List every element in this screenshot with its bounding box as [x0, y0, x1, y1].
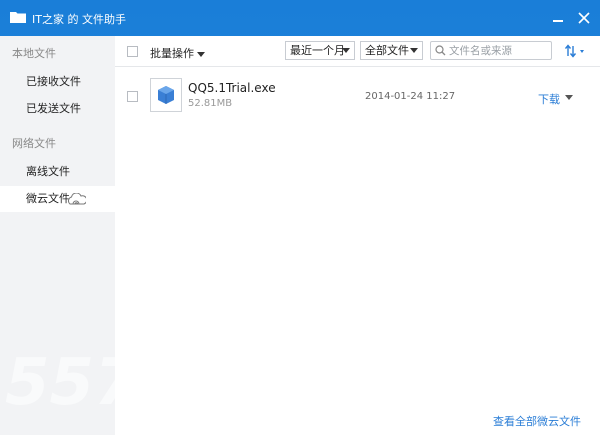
sidebar-item-received[interactable]: 已接收文件: [0, 69, 115, 95]
file-row[interactable]: QQ5.1Trial.exe 52.81MB 2014-01-24 11:27 …: [115, 76, 600, 118]
sidebar-item-weiyun[interactable]: 微云文件: [0, 186, 115, 212]
time-filter-select[interactable]: 最近一个月: [285, 41, 355, 60]
file-type-icon: [150, 78, 182, 112]
folder-icon: [10, 12, 26, 23]
weiyun-cloud-icon: [68, 193, 86, 205]
chevron-down-icon: [197, 51, 205, 57]
search-icon: [435, 45, 446, 56]
sidebar-item-sent[interactable]: 已发送文件: [0, 96, 115, 122]
view-all-weiyun-link[interactable]: 查看全部微云文件: [493, 413, 581, 429]
svg-text:我机网: 我机网: [155, 371, 224, 396]
sidebar-group-local: 本地文件: [12, 47, 56, 60]
sidebar-item-label: 已发送文件: [26, 102, 81, 115]
search-box: [430, 41, 552, 60]
minimize-button[interactable]: [548, 8, 568, 28]
sort-icon[interactable]: [565, 44, 589, 58]
file-checkbox[interactable]: [127, 91, 138, 102]
file-name[interactable]: QQ5.1Trial.exe: [188, 81, 276, 95]
toolbar: 批量操作 最近一个月 全部文件: [115, 36, 600, 67]
batch-ops-dropdown[interactable]: 批量操作: [150, 45, 205, 61]
chevron-down-icon: [342, 48, 350, 53]
sidebar-item-label: 已接收文件: [26, 75, 81, 88]
batch-ops-label: 批量操作: [150, 47, 194, 60]
close-button[interactable]: [574, 8, 594, 28]
type-filter-value: 全部文件: [365, 44, 409, 57]
sidebar-item-label: 离线文件: [26, 165, 70, 178]
select-all-checkbox[interactable]: [127, 46, 138, 57]
chevron-down-icon: [410, 48, 418, 53]
search-input[interactable]: [449, 43, 547, 58]
site-watermark-logo: 5577 我机网: [5, 346, 224, 417]
download-link[interactable]: 下载: [538, 91, 560, 107]
file-date: 2014-01-24 11:27: [365, 91, 456, 102]
sidebar-group-network: 网络文件: [12, 137, 56, 150]
time-filter-value: 最近一个月: [290, 44, 345, 57]
file-assistant-window: IT之家 的 文件助手 本地文件 已接收文件 已发送文件 网络文件 离线文件 微…: [0, 0, 600, 435]
file-size: 52.81MB: [188, 98, 233, 109]
more-actions-arrow-icon[interactable]: [565, 95, 573, 100]
title-bar[interactable]: IT之家 的 文件助手: [0, 0, 600, 36]
sidebar-item-offline[interactable]: 离线文件: [0, 159, 115, 185]
type-filter-select[interactable]: 全部文件: [360, 41, 423, 60]
sidebar-item-label: 微云文件: [26, 192, 70, 205]
window-title: IT之家 的 文件助手: [32, 13, 126, 26]
